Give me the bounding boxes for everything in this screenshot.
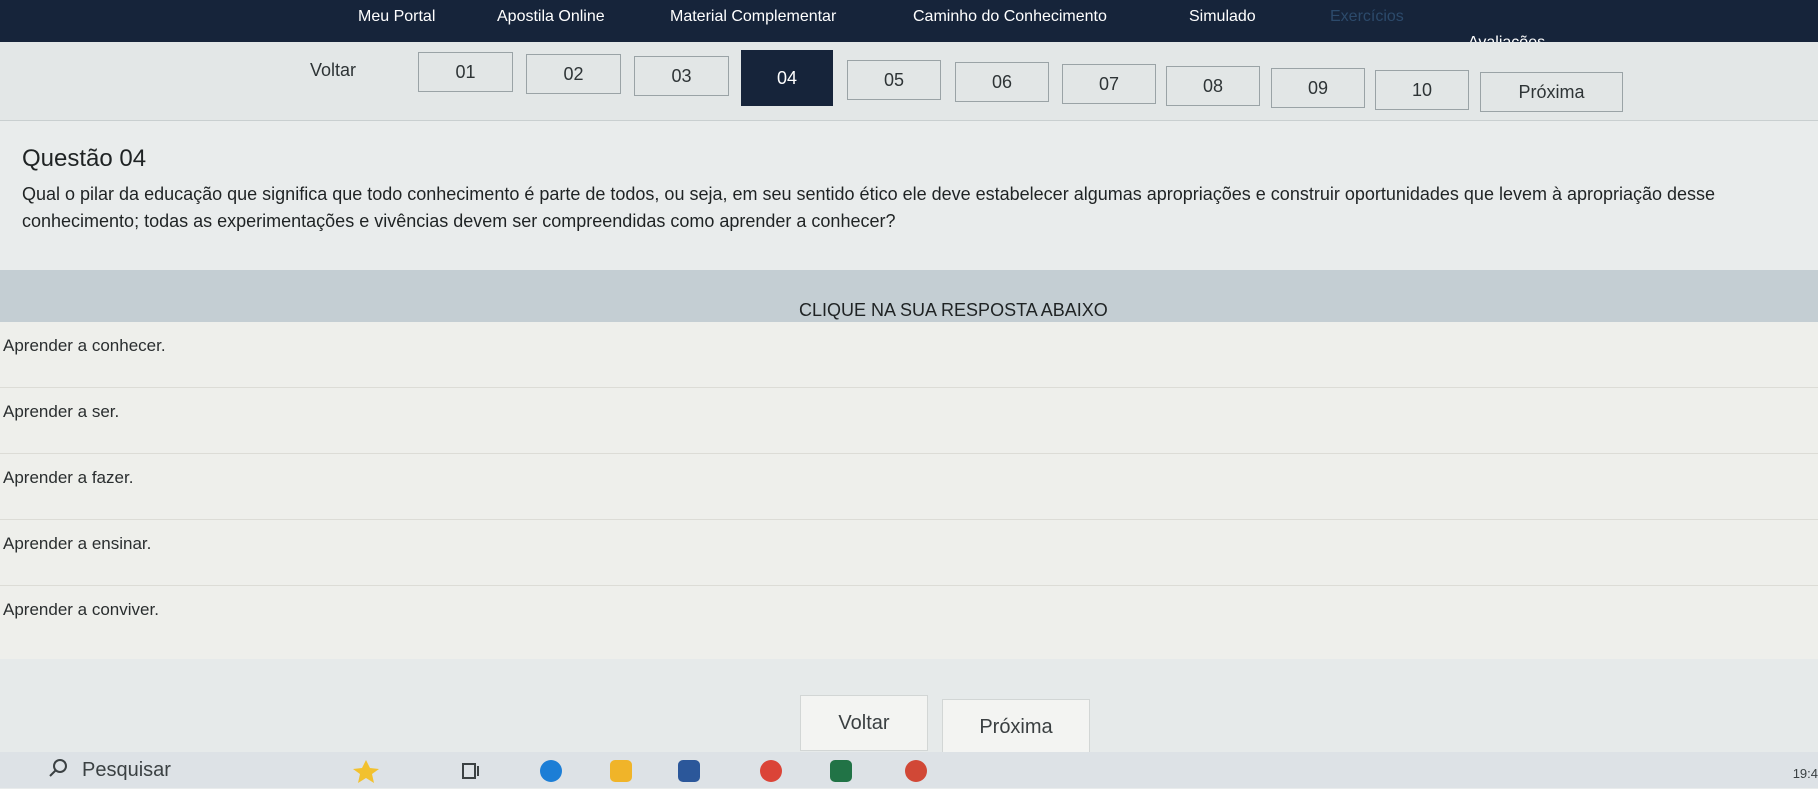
browser-edge-icon[interactable] — [540, 760, 562, 782]
answer-instruction-label: CLIQUE NA SUA RESPOSTA ABAIXO — [799, 300, 1108, 320]
answer-option-label: Aprender a fazer. — [3, 468, 134, 487]
answer-option-label: Aprender a ser. — [3, 402, 120, 421]
widgets-icon[interactable] — [352, 758, 379, 783]
answer-option-label: Aprender a ensinar. — [3, 534, 152, 553]
taskbar-clock: 19:4 — [1792, 766, 1818, 781]
file-explorer-icon[interactable] — [610, 760, 632, 782]
nav-simulado[interactable]: Simulado — [1189, 8, 1256, 26]
page-button-06[interactable]: 06 — [955, 62, 1049, 102]
next-button[interactable]: Próxima — [1480, 72, 1623, 112]
answer-option-1[interactable]: Aprender a conhecer. — [0, 322, 1818, 388]
page-button-03[interactable]: 03 — [634, 56, 729, 96]
taskbar-search-box[interactable]: Pesquisar — [0, 752, 340, 788]
bottom-navigation: Voltar Próxima — [0, 659, 1818, 759]
nav-apostila-online[interactable]: Apostila Online — [497, 8, 605, 26]
word-icon[interactable] — [678, 760, 700, 782]
page-button-04-current[interactable]: 04 — [741, 50, 833, 106]
answer-option-label: Aprender a conviver. — [3, 600, 159, 619]
chrome-profile-icon[interactable] — [905, 760, 927, 782]
chrome-icon[interactable] — [760, 760, 782, 782]
page-button-07[interactable]: 07 — [1062, 64, 1156, 104]
page-button-09[interactable]: 09 — [1271, 68, 1365, 108]
excel-icon[interactable] — [830, 760, 852, 782]
search-icon — [48, 757, 70, 784]
page-button-01[interactable]: 01 — [418, 52, 513, 92]
answer-option-4[interactable]: Aprender a ensinar. — [0, 520, 1818, 586]
answer-instruction-banner: CLIQUE NA SUA RESPOSTA ABAIXO — [0, 270, 1818, 322]
page-button-10[interactable]: 10 — [1375, 70, 1469, 110]
nav-meu-portal[interactable]: Meu Portal — [358, 8, 435, 26]
answer-option-5[interactable]: Aprender a conviver. — [0, 586, 1818, 652]
answer-option-3[interactable]: Aprender a fazer. — [0, 454, 1818, 520]
answer-list: Aprender a conhecer. Aprender a ser. Apr… — [0, 322, 1818, 659]
nav-material-complementar[interactable]: Material Complementar — [670, 8, 836, 26]
bottom-next-button[interactable]: Próxima — [942, 699, 1090, 755]
task-view-icon[interactable] — [460, 760, 482, 782]
page-button-08[interactable]: 08 — [1166, 66, 1260, 106]
page-button-02[interactable]: 02 — [526, 54, 621, 94]
bottom-back-button[interactable]: Voltar — [800, 695, 928, 751]
nav-caminho-do-conhecimento[interactable]: Caminho do Conhecimento — [913, 8, 1107, 26]
page-button-05[interactable]: 05 — [847, 60, 941, 100]
question-pagination-bar: Voltar 01 02 03 04 05 06 07 08 09 10 Pró… — [0, 42, 1818, 121]
nav-exercicios[interactable]: Exercícios — [1330, 8, 1404, 26]
answer-option-label: Aprender a conhecer. — [3, 336, 166, 355]
question-title: Questão 04 — [22, 145, 147, 172]
taskbar-search-label: Pesquisar — [82, 758, 171, 781]
back-button[interactable]: Voltar — [310, 50, 405, 90]
taskbar: Pesquisar 19:4 — [0, 752, 1818, 788]
question-text: Qual o pilar da educação que significa q… — [22, 184, 1716, 231]
answer-option-2[interactable]: Aprender a ser. — [0, 388, 1818, 454]
